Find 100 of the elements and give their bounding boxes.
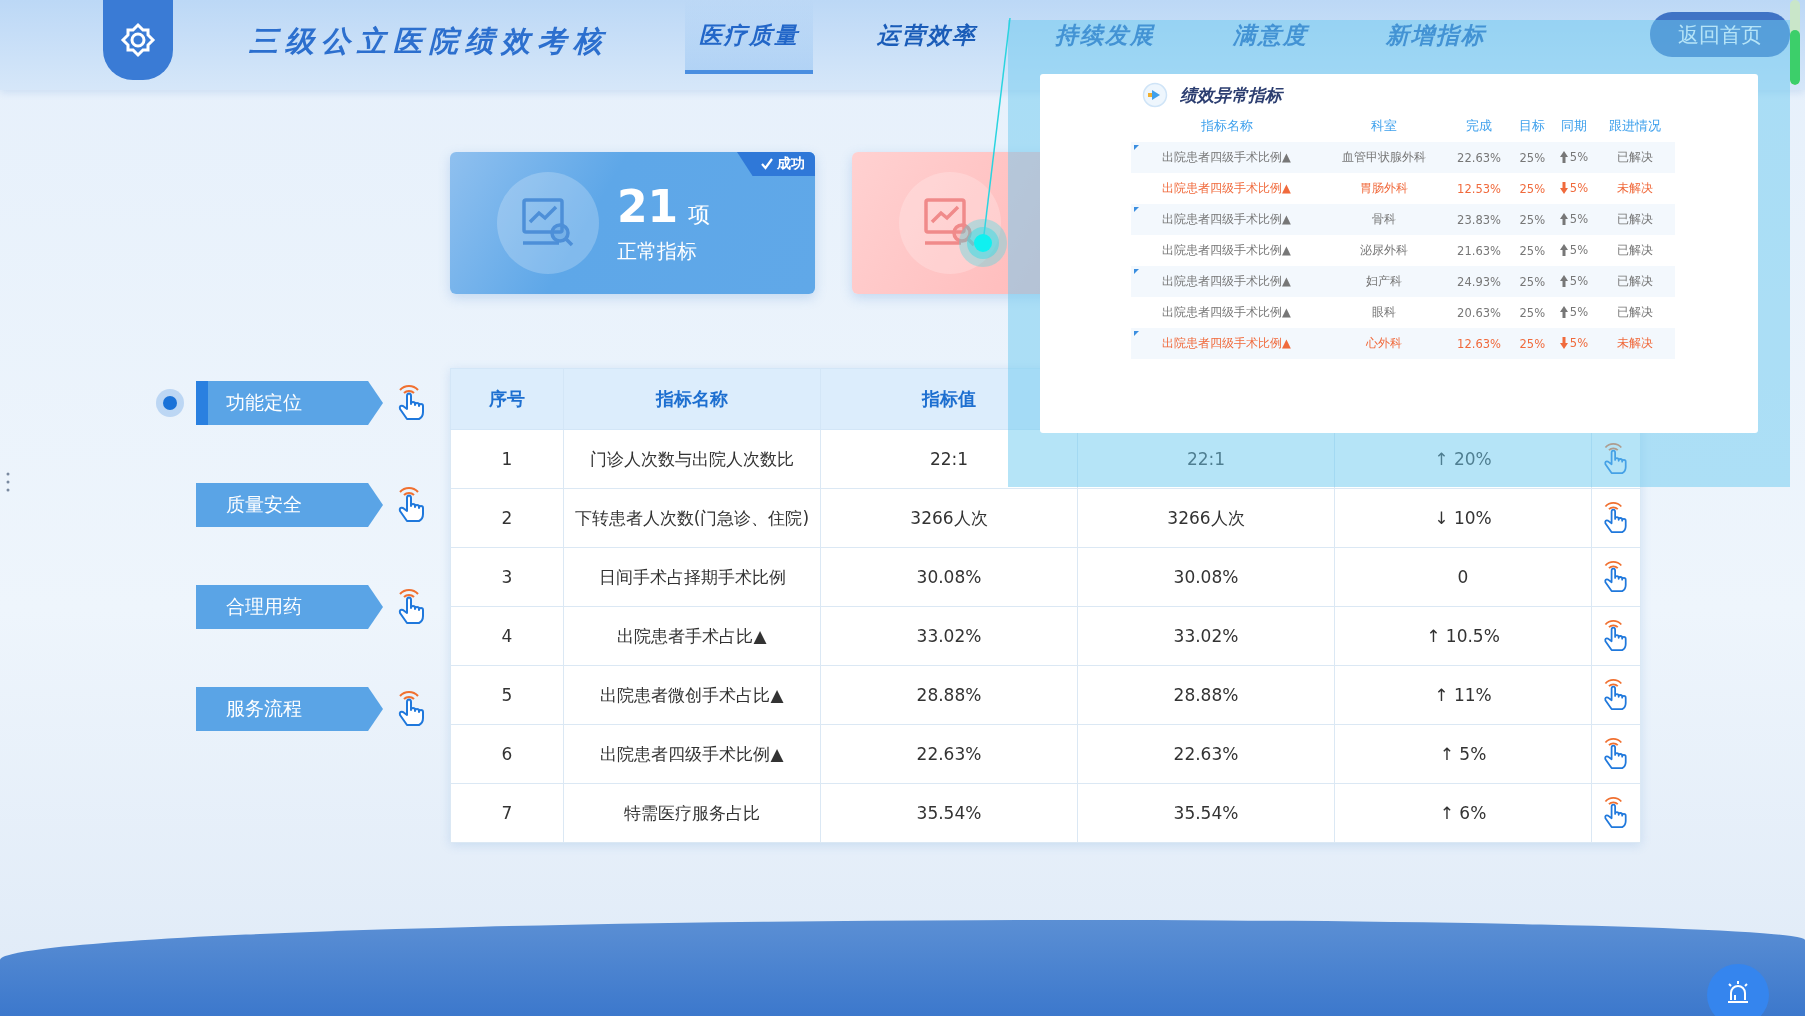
- table-cell: 20.63%: [1457, 305, 1501, 320]
- table-cell: 7: [450, 783, 564, 843]
- nav-tab[interactable]: 运营效率: [863, 0, 991, 74]
- table-cell: 5%: [1569, 211, 1589, 226]
- stat-count: 21: [617, 181, 679, 232]
- column-header: 指标名称: [1131, 110, 1322, 142]
- table-cell: 门诊人次数与出院人次数比: [563, 429, 821, 489]
- popup-row[interactable]: 出院患者四级手术比例▲ 胃肠外科 12.53% 25% 5% 未解决: [1131, 173, 1675, 204]
- table-cell: 特需医疗服务占比: [563, 783, 821, 843]
- table-cell: 4: [450, 606, 564, 666]
- stat-label: 正常指标: [617, 238, 698, 265]
- category-button[interactable]: 质量安全: [196, 483, 383, 527]
- logo-icon: [103, 0, 173, 80]
- table-cell: 5%: [1569, 335, 1589, 350]
- table-cell: 出院患者手术占比▲: [563, 606, 821, 666]
- popup-row[interactable]: 出院患者四级手术比例▲ 血管甲状腺外科 22.63% 25% 5% 已解决: [1131, 142, 1675, 173]
- table-cell: 28.88%: [820, 665, 1078, 725]
- table-cell: 5: [450, 665, 564, 725]
- table-cell: 22.63%: [820, 724, 1078, 784]
- table-cell: ↑ 10.5%: [1334, 606, 1592, 666]
- table-cell: ↑ 5%: [1334, 724, 1592, 784]
- table-cell: 胃肠外科: [1360, 181, 1409, 195]
- table-cell: 35.54%: [820, 783, 1078, 843]
- table-cell: 已解决: [1616, 305, 1653, 319]
- table-cell: 泌尿外科: [1360, 243, 1409, 257]
- table-cell: 1: [450, 429, 564, 489]
- table-cell: 30.08%: [820, 547, 1078, 607]
- table-cell: 21.63%: [1457, 243, 1501, 258]
- column-header: 科室: [1322, 110, 1447, 142]
- table-cell: 骨科: [1372, 212, 1397, 226]
- table-cell: ↑ 11%: [1334, 665, 1592, 725]
- alarm-icon: [1725, 980, 1751, 1004]
- table-cell: 出院患者四级手术比例▲: [1162, 336, 1291, 350]
- table-cell: 25%: [1519, 305, 1546, 320]
- column-header: 跟进情况: [1594, 110, 1675, 142]
- table-cell: 5%: [1569, 180, 1589, 195]
- table-cell: 22.63%: [1077, 724, 1335, 784]
- table-cell: 3266人次: [820, 488, 1078, 548]
- table-cell: 出院患者四级手术比例▲: [1162, 274, 1291, 288]
- table-cell: 日间手术占择期手术比例: [563, 547, 821, 607]
- table-cell: 5%: [1569, 273, 1589, 288]
- category-button[interactable]: 合理用药: [196, 585, 383, 629]
- popup-row[interactable]: 出院患者四级手术比例▲ 骨科 23.83% 25% 5% 已解决: [1131, 204, 1675, 235]
- table-cell: 25%: [1519, 181, 1546, 196]
- nav-tab[interactable]: 满意度: [1219, 0, 1322, 74]
- check-icon: [761, 158, 773, 170]
- table-cell: ↑ 6%: [1334, 783, 1592, 843]
- table-cell: 24.93%: [1457, 274, 1501, 289]
- app-title: 三级公立医院绩效考核: [249, 23, 609, 60]
- category-button[interactable]: 服务流程: [196, 687, 383, 731]
- table-cell: 血管甲状腺外科: [1342, 150, 1427, 164]
- table-cell: 已解决: [1616, 243, 1653, 257]
- table-cell: ↓ 10%: [1334, 488, 1592, 548]
- table-cell: 12.63%: [1457, 336, 1501, 351]
- column-header: 序号: [450, 368, 564, 430]
- table-cell: 眼科: [1372, 305, 1397, 319]
- table-cell: 25%: [1519, 274, 1546, 289]
- table-cell: 已解决: [1616, 150, 1653, 164]
- table-cell: 33.02%: [820, 606, 1078, 666]
- home-button[interactable]: 返回首页: [1650, 12, 1790, 57]
- table-cell: 28.88%: [1077, 665, 1335, 725]
- stat-card[interactable]: 21 项 正常指标 成功: [450, 152, 815, 294]
- table-cell: 未解决: [1616, 181, 1653, 195]
- badge-text: 成功: [777, 155, 805, 173]
- table-cell: 出院患者四级手术比例▲: [563, 724, 821, 784]
- category-button[interactable]: 功能定位: [196, 381, 383, 425]
- table-cell: 25%: [1519, 150, 1546, 165]
- table-cell: 35.54%: [1077, 783, 1335, 843]
- table-cell: 22.63%: [1457, 150, 1501, 165]
- nav-tab[interactable]: 新增指标: [1372, 0, 1500, 74]
- popup-row[interactable]: 出院患者四级手术比例▲ 心外科 12.63% 25% 5% 未解决: [1131, 328, 1675, 359]
- table-cell: 下转患者人次数(门急诊、住院): [563, 488, 821, 548]
- table-cell: 0: [1334, 547, 1592, 607]
- table-cell: 3: [450, 547, 564, 607]
- table-cell: 未解决: [1616, 336, 1653, 350]
- table-cell: 出院患者四级手术比例▲: [1162, 150, 1291, 164]
- column-header: 完成: [1446, 110, 1512, 142]
- table-cell: 出院患者四级手术比例▲: [1162, 243, 1291, 257]
- table-cell: 3266人次: [1077, 488, 1335, 548]
- column-header: 同期: [1553, 110, 1595, 142]
- chart-search-icon: [520, 197, 576, 249]
- popup-row[interactable]: 出院患者四级手术比例▲ 泌尿外科 21.63% 25% 5% 已解决: [1131, 235, 1675, 266]
- popup-row[interactable]: 出院患者四级手术比例▲ 妇产科 24.93% 25% 5% 已解决: [1131, 266, 1675, 297]
- nav-tab[interactable]: 持续发展: [1041, 0, 1169, 74]
- popup-title: 绩效异常指标: [1180, 83, 1282, 107]
- table-cell: 妇产科: [1366, 274, 1403, 288]
- table-cell: 心外科: [1366, 336, 1403, 350]
- scrollbar[interactable]: [1790, 0, 1800, 85]
- table-cell: 23.83%: [1457, 212, 1501, 227]
- table-cell: 5%: [1569, 149, 1589, 164]
- more-icon[interactable]: [4, 470, 12, 494]
- popup-row[interactable]: 出院患者四级手术比例▲ 眼科 20.63% 25% 5% 已解决: [1131, 297, 1675, 328]
- table-cell: 出院患者微创手术占比▲: [563, 665, 821, 725]
- stat-unit: 项: [688, 201, 711, 229]
- table-cell: 已解决: [1616, 212, 1653, 226]
- table-cell: 5%: [1569, 304, 1589, 319]
- table-cell: 出院患者四级手术比例▲: [1162, 212, 1291, 226]
- table-cell: 25%: [1519, 243, 1546, 258]
- table-cell: 出院患者四级手术比例▲: [1162, 305, 1291, 319]
- table-cell: 30.08%: [1077, 547, 1335, 607]
